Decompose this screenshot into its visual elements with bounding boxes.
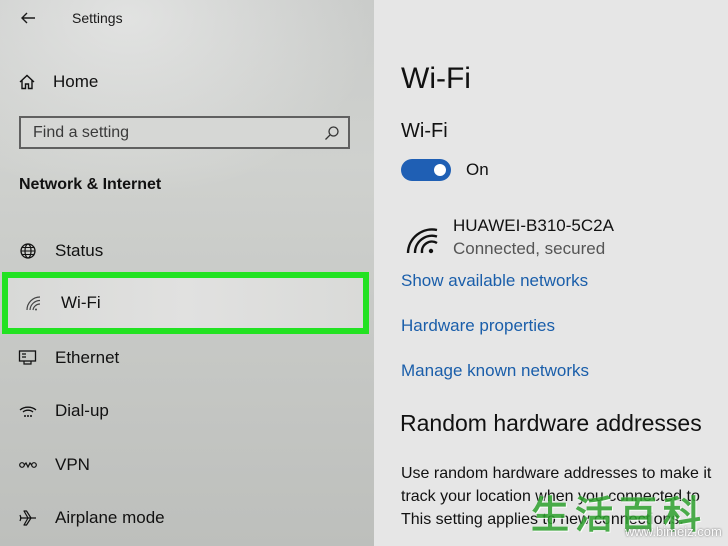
watermark-url: www.bimeiz.com [625, 524, 722, 539]
sidebar-item-dialup[interactable]: Dial-up [0, 391, 374, 431]
hardware-properties-link[interactable]: Hardware properties [401, 316, 555, 336]
main-content: Wi-Fi Wi-Fi On HUAWEI-B310-5C2A Connecte… [374, 0, 728, 546]
sidebar-item-label: Airplane mode [55, 508, 165, 527]
wifi-toggle[interactable] [401, 159, 451, 181]
globe-icon [18, 241, 38, 261]
description-line: Use random hardware addresses to make it [401, 465, 712, 482]
random-hardware-heading: Random hardware addresses [400, 410, 702, 436]
manage-known-networks-link[interactable]: Manage known networks [401, 361, 589, 381]
sidebar-item-status[interactable]: Status [0, 231, 374, 271]
sidebar-item-vpn[interactable]: VPN [0, 445, 374, 485]
section-title: Network & Internet [19, 176, 162, 193]
home-nav-item[interactable]: Home [18, 70, 98, 94]
sidebar: Settings Home Network & Internet Status [0, 0, 374, 546]
ethernet-icon [18, 348, 38, 368]
sidebar-item-label: Status [55, 241, 104, 260]
sidebar-item-label: VPN [55, 455, 90, 474]
search-box[interactable] [19, 116, 350, 149]
wifi-section-heading: Wi-Fi [401, 120, 448, 142]
sidebar-item-ethernet[interactable]: Ethernet [0, 338, 374, 378]
watermark: 生活百科 www.bimeiz.com [525, 486, 728, 546]
home-icon [19, 74, 35, 90]
sidebar-item-label: Ethernet [55, 348, 120, 367]
connected-network[interactable]: HUAWEI-B310-5C2A Connected, secured [401, 214, 701, 264]
window-title: Settings [72, 10, 123, 26]
show-available-networks-link[interactable]: Show available networks [401, 271, 588, 291]
title-bar: Settings [0, 0, 374, 36]
search-input[interactable] [21, 118, 323, 147]
wifi-icon [24, 293, 44, 313]
home-label: Home [53, 72, 99, 91]
wifi-signal-icon [406, 228, 438, 254]
toggle-state-label: On [466, 160, 489, 179]
airplane-icon [18, 508, 38, 528]
vpn-icon [18, 455, 38, 475]
page-title: Wi-Fi [401, 62, 471, 95]
sidebar-item-label: Wi-Fi [61, 293, 101, 312]
search-icon[interactable] [324, 125, 340, 141]
back-arrow-icon[interactable] [16, 6, 40, 30]
sidebar-item-airplane-mode[interactable]: Airplane mode [0, 498, 374, 538]
dialup-icon [18, 401, 38, 421]
sidebar-item-label: Dial-up [55, 401, 109, 420]
network-status: Connected, secured [453, 239, 606, 258]
network-name: HUAWEI-B310-5C2A [453, 216, 614, 235]
sidebar-item-wifi[interactable]: Wi-Fi [2, 272, 369, 334]
toggle-knob [434, 164, 446, 176]
